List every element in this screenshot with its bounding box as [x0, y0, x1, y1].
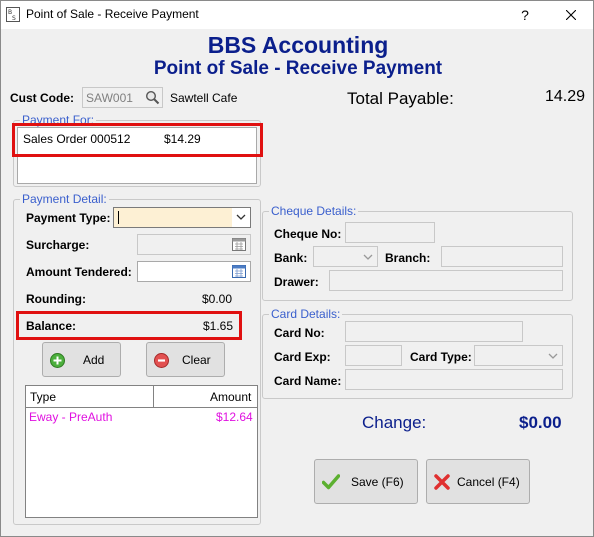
card-no-label: Card No:	[274, 326, 325, 340]
amount-tendered-field[interactable]	[137, 261, 251, 282]
chevron-down-icon	[363, 254, 373, 260]
page-subtitle: Point of Sale - Receive Payment	[153, 58, 443, 79]
text-cursor	[118, 211, 119, 224]
cheque-details-legend: Cheque Details:	[269, 204, 359, 218]
help-button[interactable]: ?	[503, 1, 547, 29]
highlight-balance	[16, 311, 242, 340]
chevron-down-icon	[548, 353, 558, 359]
bank-label: Bank:	[274, 251, 308, 265]
card-exp-label: Card Exp:	[274, 350, 331, 364]
close-icon	[565, 9, 577, 21]
change-value: $0.00	[519, 413, 562, 432]
surcharge-field[interactable]	[137, 234, 251, 255]
card-type-label: Card Type:	[410, 350, 472, 364]
branch-label: Branch:	[385, 251, 431, 265]
pos-window: B S Point of Sale - Receive Payment ? BB…	[0, 0, 594, 537]
payments-grid[interactable]: Type Amount Eway - PreAuth $12.64	[25, 385, 258, 518]
cust-code-value: SAW001	[86, 91, 133, 105]
chevron-down-icon	[236, 214, 246, 220]
add-button[interactable]: Add	[42, 342, 121, 377]
close-button[interactable]	[549, 1, 593, 29]
payment-detail-legend: Payment Detail:	[20, 192, 109, 206]
customer-name: Sawtell Cafe	[170, 91, 238, 105]
svg-text:S: S	[12, 15, 16, 22]
card-name-label: Card Name:	[274, 374, 342, 388]
highlight-payment-for	[12, 123, 263, 157]
add-label: Add	[83, 353, 105, 367]
payment-type-dropdown-button[interactable]	[232, 208, 250, 227]
clear-button[interactable]: Clear	[146, 342, 225, 377]
title-bar: B S Point of Sale - Receive Payment ?	[1, 1, 593, 29]
row-amount: $12.64	[216, 410, 253, 424]
save-label: Save (F6)	[351, 475, 404, 489]
payment-type-select[interactable]	[113, 207, 251, 228]
check-icon	[322, 474, 340, 490]
search-icon[interactable]	[145, 90, 160, 105]
cancel-button[interactable]: Cancel (F4)	[426, 459, 530, 504]
card-name-field[interactable]	[345, 369, 563, 390]
cust-code-label: Cust Code:	[10, 91, 74, 105]
cheque-no-label: Cheque No:	[274, 227, 342, 241]
drawer-label: Drawer:	[274, 275, 319, 289]
cancel-label: Cancel (F4)	[457, 475, 520, 489]
payment-type-label: Payment Type:	[26, 211, 111, 225]
cust-code-field[interactable]: SAW001	[82, 87, 163, 108]
x-circle-icon	[154, 353, 169, 368]
rounding-value: $0.00	[202, 292, 233, 306]
save-button[interactable]: Save (F6)	[314, 459, 418, 504]
table-row[interactable]: Eway - PreAuth $12.64	[26, 410, 257, 426]
calendar-icon[interactable]	[232, 238, 246, 251]
card-exp-field[interactable]	[345, 345, 402, 366]
column-divider	[153, 386, 154, 408]
drawer-field[interactable]	[329, 270, 563, 291]
total-payable-value: 14.29	[545, 88, 586, 105]
col-header-type[interactable]: Type	[30, 390, 56, 404]
card-details-legend: Card Details:	[269, 307, 343, 321]
grid-header: Type Amount	[26, 386, 257, 408]
total-payable-label: Total Payable:	[347, 89, 454, 108]
change-label: Change:	[362, 413, 427, 432]
window-title: Point of Sale - Receive Payment	[26, 7, 199, 21]
bank-select[interactable]	[313, 246, 378, 267]
branch-field[interactable]	[441, 246, 563, 267]
surcharge-label: Surcharge:	[26, 238, 90, 252]
card-type-select[interactable]	[474, 345, 563, 366]
calendar-icon[interactable]	[232, 265, 246, 278]
clear-label: Clear	[182, 353, 211, 367]
plus-icon	[50, 353, 65, 368]
row-type: Eway - PreAuth	[29, 410, 113, 424]
app-icon: B S	[6, 7, 20, 22]
company-title: BBS Accounting	[207, 32, 389, 58]
card-no-field[interactable]	[345, 321, 523, 342]
cheque-no-field[interactable]	[345, 222, 435, 243]
col-header-amount[interactable]: Amount	[210, 390, 251, 404]
rounding-label: Rounding:	[26, 292, 86, 306]
cross-icon	[434, 474, 450, 490]
amount-tendered-label: Amount Tendered:	[26, 265, 132, 279]
